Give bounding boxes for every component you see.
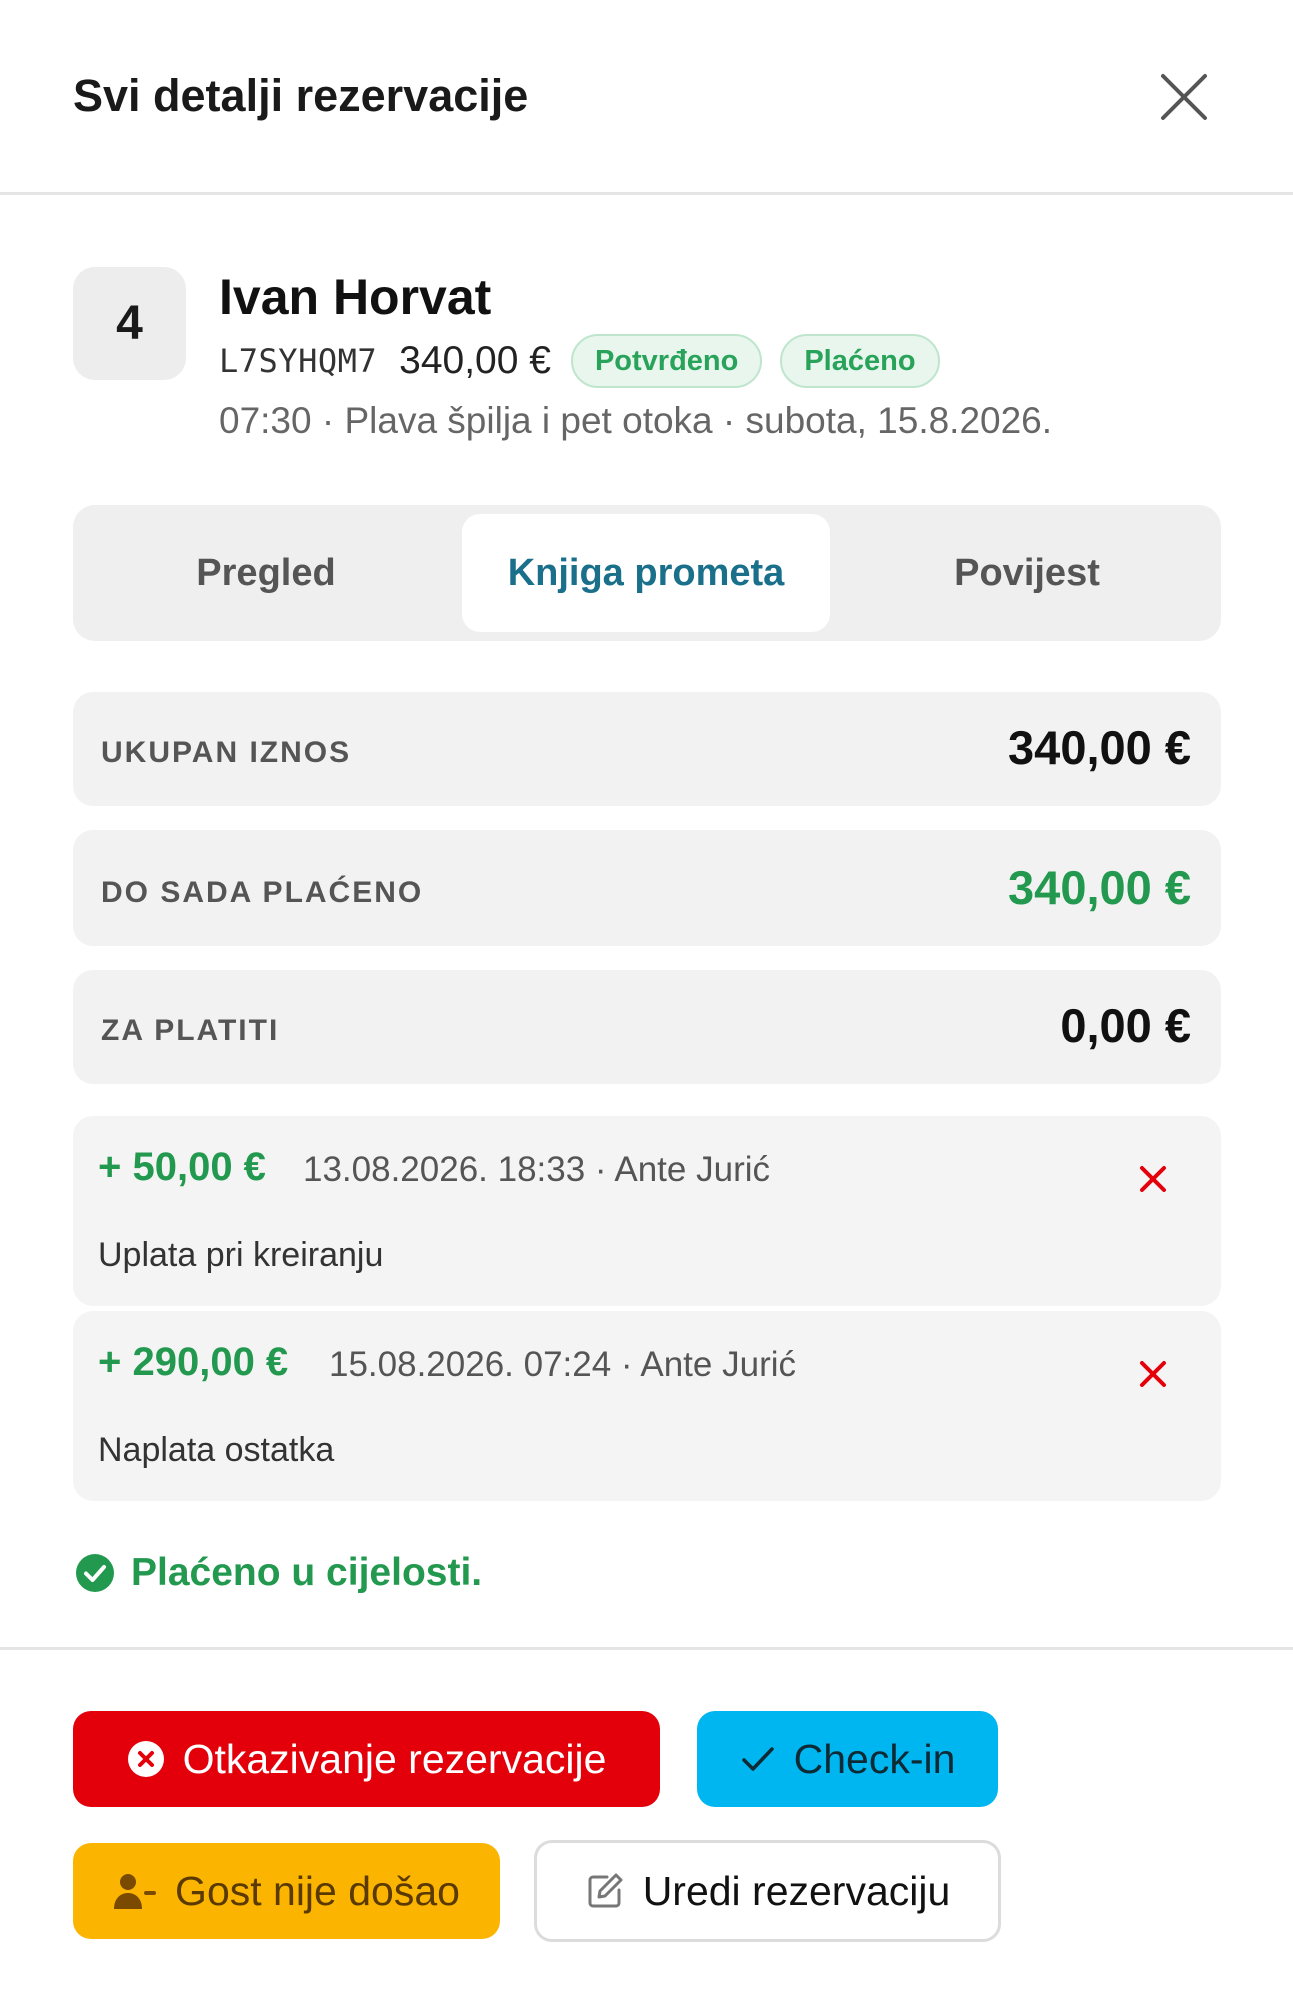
summary-total-value: 340,00 € <box>1008 721 1191 774</box>
user-minus-icon <box>113 1871 157 1911</box>
remove-payment-button[interactable] <box>1136 1162 1170 1196</box>
cancel-circle-icon <box>127 1740 165 1778</box>
remove-payment-button[interactable] <box>1136 1357 1170 1391</box>
party-size-badge: 4 <box>73 267 186 380</box>
no-show-label: Gost nije došao <box>175 1867 460 1914</box>
payment-entry: + 290,00 € 15.08.2026. 07:24 · Ante Juri… <box>73 1311 1221 1501</box>
cancel-reservation-button[interactable]: Otkazivanje rezervacije <box>73 1711 660 1807</box>
check-circle-icon <box>76 1554 114 1592</box>
check-in-button[interactable]: Check-in <box>697 1711 998 1807</box>
paid-in-full-text: Plaćeno u cijelosti. <box>131 1551 483 1594</box>
edit-reservation-button[interactable]: Uredi rezervaciju <box>534 1840 1001 1942</box>
tab-history[interactable]: Povijest <box>842 514 1212 632</box>
edit-pencil-icon <box>585 1871 625 1911</box>
guest-summary: 4 Ivan Horvat L7SYHQM7 340,00 € Potvrđen… <box>73 267 1223 457</box>
status-badge-paid: Plaćeno <box>780 334 940 388</box>
summary-paid-value: 340,00 € <box>1008 861 1191 914</box>
payment-info: 15.08.2026. 07:24 · Ante Jurić <box>329 1345 796 1384</box>
payment-entry: + 50,00 € 13.08.2026. 18:33 · Ante Jurić… <box>73 1116 1221 1306</box>
footer-divider <box>0 1647 1293 1650</box>
cancel-reservation-label: Otkazivanje rezervacije <box>182 1735 607 1782</box>
payment-amount: + 50,00 € <box>98 1145 266 1189</box>
summary-total-label: UKUPAN IZNOS <box>101 736 352 769</box>
payment-info: 13.08.2026. 18:33 · Ante Jurić <box>303 1150 770 1189</box>
close-button[interactable] <box>1157 70 1211 124</box>
tab-overview[interactable]: Pregled <box>82 514 450 632</box>
modal-title: Svi detalji rezervacije <box>73 70 529 121</box>
no-show-button[interactable]: Gost nije došao <box>73 1843 500 1939</box>
check-icon <box>740 1741 776 1777</box>
summary-due-label: ZA PLATITI <box>101 1014 280 1047</box>
tab-ledger[interactable]: Knjiga prometa <box>462 514 830 632</box>
edit-reservation-label: Uredi rezervaciju <box>642 1867 951 1914</box>
payment-amount: + 290,00 € <box>98 1340 289 1384</box>
status-badge-confirmed: Potvrđeno <box>570 334 763 388</box>
tour-details: 07:30 · Plava špilja i pet otoka · subot… <box>219 400 1053 441</box>
payment-note: Uplata pri kreiranju <box>98 1236 384 1274</box>
summary-paid-label: DO SADA PLAĆENO <box>101 876 424 909</box>
tab-bar: Pregled Knjiga prometa Povijest <box>73 505 1221 641</box>
delete-x-icon <box>1140 1361 1166 1387</box>
payment-note: Naplata ostatka <box>98 1431 335 1469</box>
summary-paid: DO SADA PLAĆENO 340,00 € <box>73 830 1221 946</box>
summary-due-value: 0,00 € <box>1060 999 1191 1052</box>
check-in-label: Check-in <box>793 1735 956 1782</box>
reservation-meta: L7SYHQM7 340,00 € Potvrđeno Plaćeno <box>219 333 958 389</box>
modal-header: Svi detalji rezervacije <box>0 0 1293 195</box>
paid-in-full-status: Plaćeno u cijelosti. <box>75 1548 482 1598</box>
reservation-price: 340,00 € <box>399 339 551 382</box>
summary-total: UKUPAN IZNOS 340,00 € <box>73 692 1221 806</box>
delete-x-icon <box>1140 1166 1166 1192</box>
close-icon <box>1161 74 1207 120</box>
reservation-code: L7SYHQM7 <box>219 342 378 380</box>
summary-due: ZA PLATITI 0,00 € <box>73 970 1221 1084</box>
guest-name: Ivan Horvat <box>219 269 492 325</box>
